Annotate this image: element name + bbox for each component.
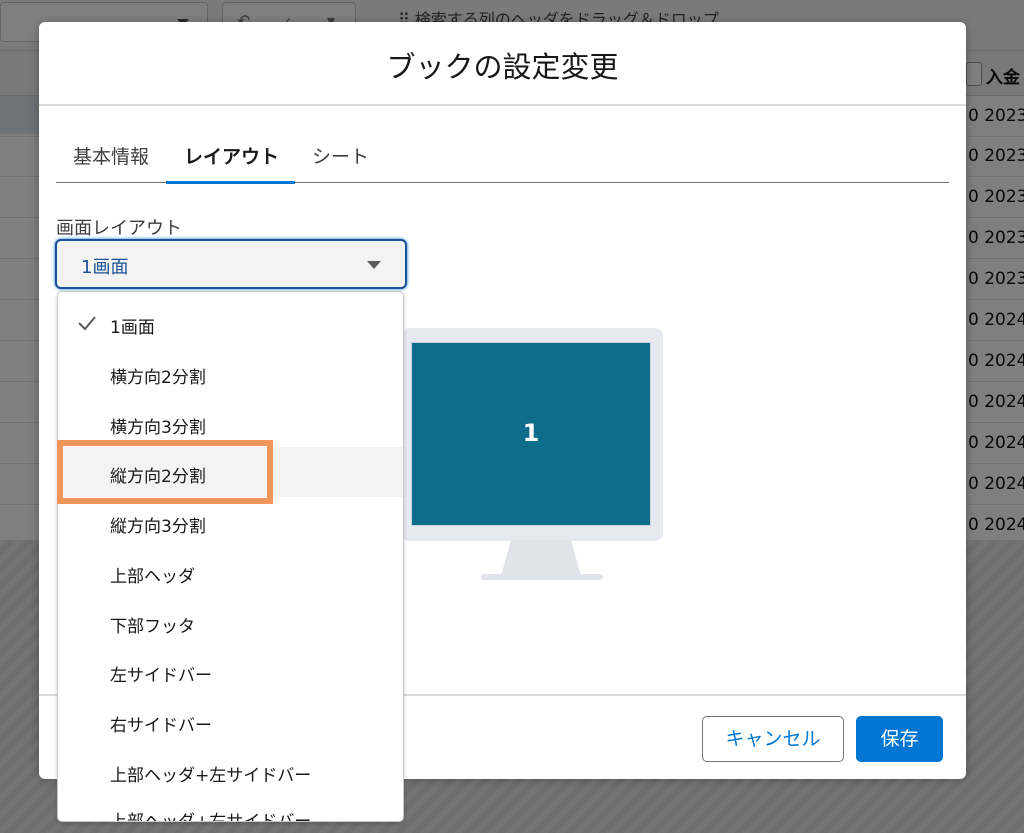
dropdown-option-vertical-3[interactable]: 縦方向3分割 bbox=[58, 497, 403, 547]
checkmark-icon bbox=[78, 316, 96, 331]
dropdown-option-bottom-footer[interactable]: 下部フッタ bbox=[58, 597, 403, 647]
layout-field-label: 画面レイアウト bbox=[56, 218, 182, 239]
preview-pane-label: 1 bbox=[522, 419, 540, 447]
tab-bar: 基本情報 レイアウト シート bbox=[56, 134, 949, 184]
option-label: 左サイドバー bbox=[110, 666, 212, 686]
modal-header: ブックの設定変更 bbox=[39, 22, 966, 106]
layout-preview-screen: 1 bbox=[411, 342, 651, 526]
monitor-stand-base bbox=[481, 574, 603, 580]
option-label: 横方向2分割 bbox=[110, 368, 206, 388]
monitor-stand bbox=[501, 540, 581, 576]
dropdown-option-vertical-2[interactable]: 縦方向2分割 bbox=[58, 447, 403, 497]
tab-basic-info[interactable]: 基本情報 bbox=[73, 142, 149, 182]
save-button[interactable]: 保存 bbox=[856, 716, 943, 762]
option-label: 右サイドバー bbox=[110, 716, 212, 736]
active-tab-indicator bbox=[166, 181, 295, 184]
option-label: 横方向3分割 bbox=[110, 418, 206, 438]
option-label: 下部フッタ bbox=[110, 617, 195, 637]
option-label: 1画面 bbox=[110, 318, 155, 338]
option-label: 縦方向2分割 bbox=[110, 467, 206, 487]
combobox-value: 1画面 bbox=[81, 257, 129, 278]
option-label: 上部ヘッダ+左サイドバー bbox=[110, 766, 312, 786]
dropdown-option-header-right-sidebar[interactable]: 上部ヘッダ+右サイドバー bbox=[58, 796, 403, 822]
tab-sheet[interactable]: シート bbox=[312, 142, 369, 182]
chevron-down-icon bbox=[367, 261, 381, 269]
layout-preview-monitor: 1 bbox=[401, 328, 663, 541]
dropdown-option-right-sidebar[interactable]: 右サイドバー bbox=[58, 696, 403, 746]
dropdown-option-horizontal-3[interactable]: 横方向3分割 bbox=[58, 398, 403, 448]
modal-title: ブックの設定変更 bbox=[386, 50, 619, 84]
dropdown-option-header-left-sidebar[interactable]: 上部ヘッダ+左サイドバー bbox=[58, 746, 403, 796]
layout-dropdown-list[interactable]: 1画面 横方向2分割 横方向3分割 縦方向2分割 縦方向3分割 上部ヘッダ 下部… bbox=[57, 291, 404, 822]
tab-layout[interactable]: レイアウト bbox=[184, 142, 279, 182]
dropdown-option-top-header[interactable]: 上部ヘッダ bbox=[58, 547, 403, 597]
dropdown-option-left-sidebar[interactable]: 左サイドバー bbox=[58, 646, 403, 696]
dropdown-option-horizontal-2[interactable]: 横方向2分割 bbox=[58, 348, 403, 398]
cancel-button[interactable]: キャンセル bbox=[702, 716, 844, 762]
dropdown-option-1-screen[interactable]: 1画面 bbox=[58, 298, 403, 348]
option-label: 上部ヘッダ bbox=[110, 567, 195, 587]
option-label: 縦方向3分割 bbox=[110, 517, 206, 537]
option-label: 上部ヘッダ+右サイドバー bbox=[110, 812, 312, 822]
layout-combobox[interactable]: 1画面 bbox=[55, 239, 407, 289]
